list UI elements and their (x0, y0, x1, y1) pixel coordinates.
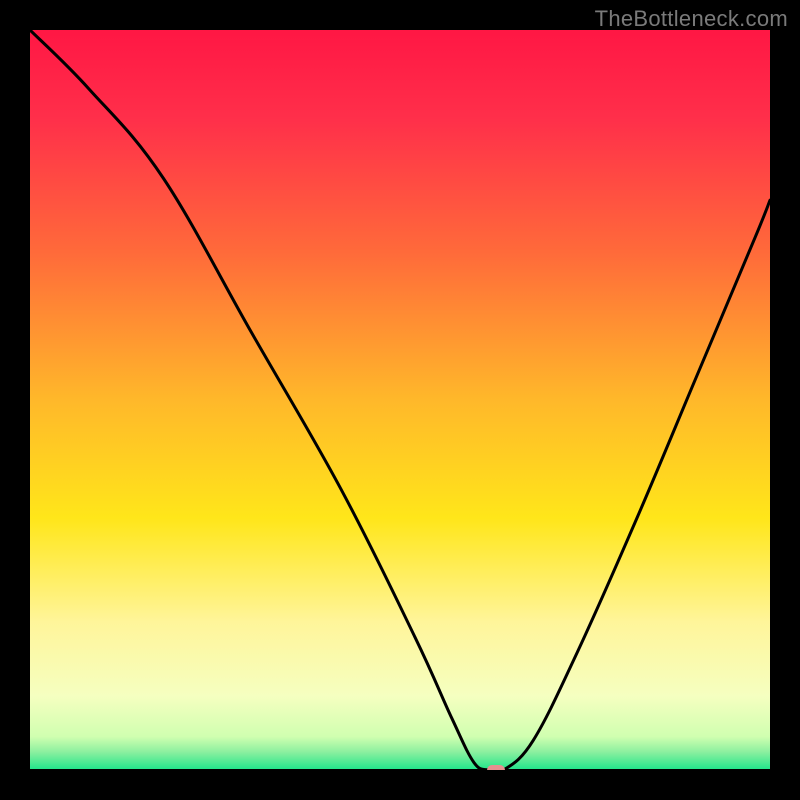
optimal-point-marker (487, 765, 505, 770)
plot-area (30, 30, 770, 770)
watermark-text: TheBottleneck.com (595, 6, 788, 32)
bottleneck-curve (30, 30, 770, 770)
